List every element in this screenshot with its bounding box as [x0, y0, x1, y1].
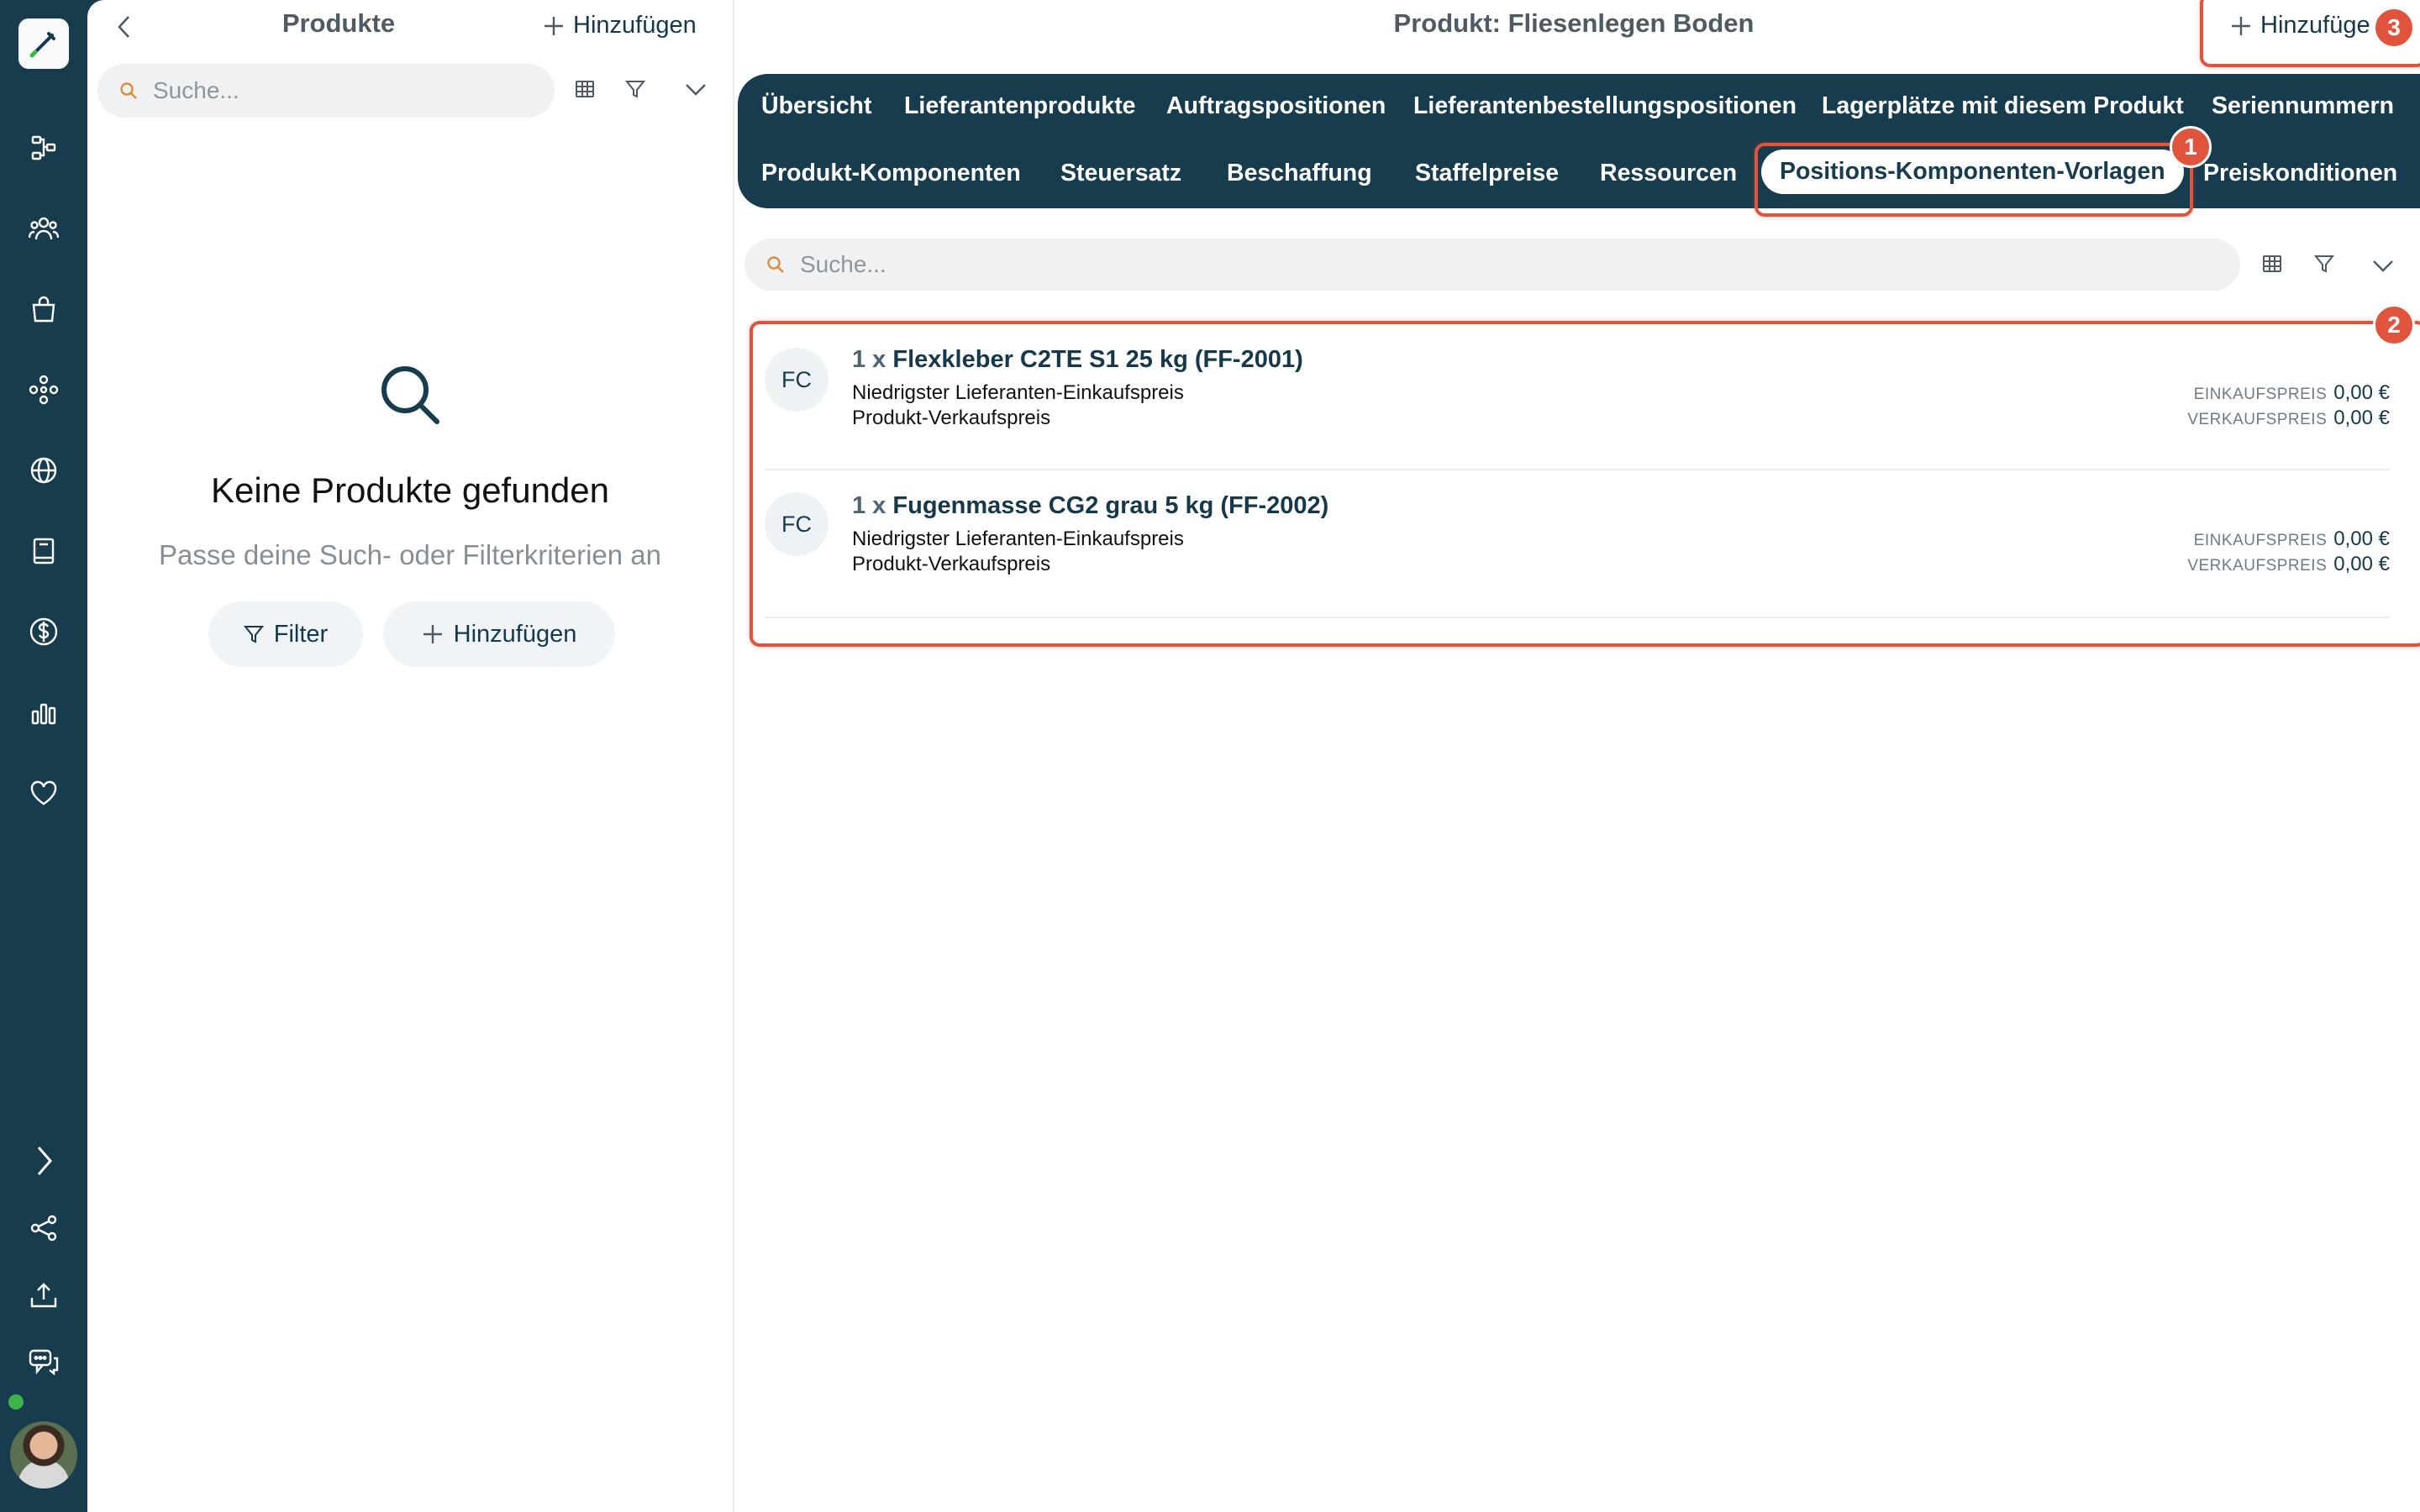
plus-icon — [423, 625, 442, 643]
main-search-placeholder: Suche... — [800, 251, 886, 277]
empty-add-button[interactable]: Hinzufügen — [383, 601, 615, 667]
step-marker-2: 2 — [2373, 304, 2415, 346]
list-search-placeholder: Suche... — [153, 77, 239, 103]
search-empty-icon — [376, 361, 444, 428]
tab-beschaffung[interactable]: Beschaffung — [1227, 160, 1372, 187]
heart-icon[interactable] — [20, 769, 67, 816]
tab-preiskonditionen[interactable]: Preiskonditionen — [2203, 160, 2397, 187]
table-view-icon[interactable] — [575, 79, 595, 99]
product-detail-panel — [734, 0, 2420, 1512]
tab-uebersicht[interactable]: Übersicht — [761, 92, 871, 120]
upload-icon[interactable] — [20, 1272, 67, 1319]
step-marker-1: 1 — [2170, 126, 2212, 168]
tab-lieferantenprodukte[interactable]: Lieferantenprodukte — [904, 92, 1136, 120]
modules-icon[interactable] — [20, 366, 67, 413]
user-avatar[interactable] — [10, 1421, 77, 1488]
highlight-box-2 — [750, 321, 2420, 647]
plus-icon — [544, 16, 563, 35]
main-search-input[interactable]: Suche... — [744, 239, 2240, 291]
product-list-panel: Produkte Hinzufügen Suche... Keine Produ… — [87, 0, 733, 1512]
page-title: Produkt: Fliesenlegen Boden — [1393, 8, 1754, 38]
workflow-icon[interactable] — [20, 124, 67, 171]
list-add-label: Hinzufügen — [573, 12, 697, 39]
tab-steuersatz[interactable]: Steuersatz — [1060, 160, 1181, 187]
tab-lagerplaetze[interactable]: Lagerplätze mit diesem Produkt — [1822, 92, 2184, 120]
users-icon[interactable] — [20, 205, 67, 252]
highlight-box-1 — [1754, 143, 2193, 217]
filter-icon[interactable] — [2314, 254, 2334, 274]
tab-auftragspositionen[interactable]: Auftragspositionen — [1166, 92, 1386, 120]
globe-icon[interactable] — [20, 447, 67, 494]
list-search-input[interactable]: Suche... — [97, 64, 555, 118]
tab-produkt-komponenten[interactable]: Produkt-Komponenten — [761, 160, 1021, 187]
list-title: Produkte — [281, 8, 396, 38]
empty-state-title: Keine Produkte gefunden — [210, 470, 610, 510]
chevron-down-icon[interactable] — [684, 81, 708, 97]
empty-filter-label: Filter — [273, 620, 329, 648]
empty-filter-button[interactable]: Filter — [208, 601, 363, 667]
brush-logo-icon[interactable] — [18, 18, 69, 69]
search-icon — [767, 256, 784, 273]
list-add-button[interactable]: Hinzufügen — [543, 12, 697, 39]
tab-staffelpreise[interactable]: Staffelpreise — [1415, 160, 1559, 187]
empty-state-subtitle: Passe deine Such- oder Filterkriterien a… — [159, 539, 661, 570]
tab-ressourcen[interactable]: Ressourcen — [1600, 160, 1737, 187]
bar-chart-icon[interactable] — [20, 689, 67, 736]
book-icon[interactable] — [20, 528, 67, 575]
chevron-right-icon[interactable] — [20, 1137, 67, 1184]
chevron-down-icon[interactable] — [2371, 257, 2395, 274]
filter-icon[interactable] — [625, 79, 645, 99]
online-status-dot — [8, 1394, 24, 1410]
share-icon[interactable] — [20, 1205, 67, 1252]
shopping-bag-icon[interactable] — [20, 286, 67, 333]
search-icon — [120, 82, 137, 99]
step-marker-3: 3 — [2373, 7, 2415, 49]
chat-icon[interactable] — [20, 1339, 67, 1386]
dollar-icon[interactable] — [20, 608, 67, 655]
tab-lieferantenbestellungspositionen[interactable]: Lieferantenbestellungspositionen — [1413, 92, 1797, 120]
empty-add-label: Hinzufügen — [453, 620, 577, 648]
app-sidebar — [0, 0, 87, 1512]
table-view-icon[interactable] — [2262, 254, 2282, 274]
tab-seriennummern[interactable]: Seriennummern — [2212, 92, 2394, 120]
filter-icon — [243, 626, 264, 643]
